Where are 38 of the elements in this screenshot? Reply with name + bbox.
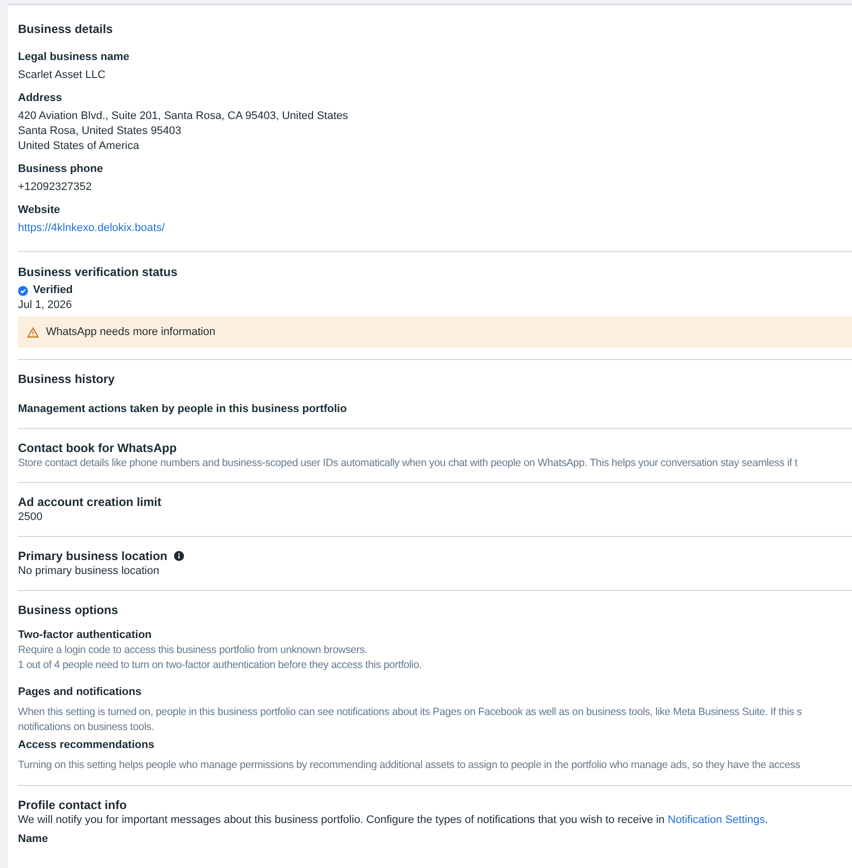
field-value: 1 out of 4 people need to turn on two-factor authentication before they access this portfolio. [18, 658, 423, 673]
field-value: Scarlet Asset LLC [18, 68, 106, 83]
field-label: Pages and notifications [18, 685, 142, 700]
field-value: United States of America [18, 139, 140, 154]
info-icon[interactable] [174, 551, 184, 561]
field-label: Access recommendations [18, 738, 156, 753]
field-value: 2500 [18, 510, 44, 525]
field-value: Santa Rosa, United States 95403 [18, 124, 182, 139]
section-title: Business details [18, 21, 114, 37]
field-value: Turning on this setting helps people who manage permissions by recommending additional assets to assign to people in the portfolio who manage ads, so they have the access [18, 758, 802, 773]
field-value: No primary business location [18, 564, 160, 579]
field-label: Website [18, 203, 61, 218]
field-value: notifications on business tools. [18, 720, 156, 735]
field-value: Jul 1, 2026 [18, 298, 73, 313]
field-value: 420 Aviation Blvd., Suite 201, Santa Rosa, CA 95403, United States [18, 109, 350, 124]
section-title: Contact book for WhatsApp [18, 440, 177, 456]
field-label: Two-factor authentication [18, 628, 153, 643]
section-title: Ad account creation limit [18, 494, 162, 510]
warning-text: WhatsApp needs more information [46, 324, 216, 340]
section-title: Business verification status [18, 264, 178, 280]
status-text: Verified [33, 283, 73, 298]
notification-description: We will notify you for important messages about this business portfolio. Configure the types of notifications that you wish to receive in Notification Settings. [18, 813, 770, 828]
field-label: Legal business name [18, 50, 130, 65]
field-value: Require a login code to access this business portfolio from unknown browsers. [18, 643, 368, 658]
field-label: Name [18, 832, 49, 847]
section-title: Primary business location [18, 548, 168, 564]
warning-icon [27, 326, 39, 338]
field-label: Business phone [18, 162, 104, 177]
field-value: When this setting is turned on, people in this business portfolio can see notifications about its Pages on Facebook as well as on business tools, like Meta Business Suite. If this s [18, 705, 803, 720]
field-label: Address [18, 91, 64, 106]
website-link[interactable]: https://4klnkexo.delokix.boats/ [18, 221, 165, 236]
field-value: +12092327352 [18, 180, 93, 195]
field-label: Management actions taken by people in this business portfolio [18, 402, 348, 417]
field-value: Store contact details like phone numbers and business-scoped user IDs automatically when you chat with people on WhatsApp. This helps your conversation stay seamless if t [18, 456, 798, 471]
section-title: Profile contact info [18, 797, 128, 813]
section-title: Business options [18, 602, 120, 618]
section-title: Business history [18, 371, 116, 387]
notification-settings-link[interactable]: Notification Settings [668, 814, 765, 826]
